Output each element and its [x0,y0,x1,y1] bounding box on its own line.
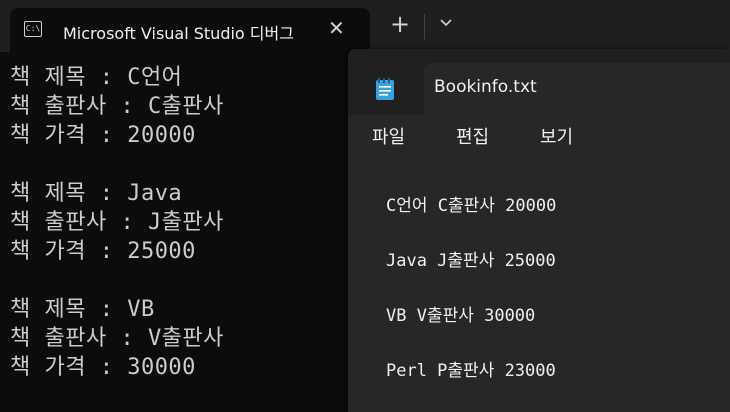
notepad-line: C언어 C출판사 20000 [386,196,557,216]
tab-divider [424,14,425,40]
terminal-tab[interactable]: C:\ Microsoft Visual Studio 디버그 ✕ [10,8,370,52]
console-line: 책 제목 : C언어 [10,65,183,90]
menu-view[interactable]: 보기 [540,123,573,149]
console-line: 책 출판사 : J출판사 [10,210,224,235]
notepad-icon [376,78,394,100]
notepad-line: VB V출판사 30000 [386,306,536,326]
console-output: 책 제목 : C언어책 출판사 : C출판사책 가격 : 20000 책 제목 :… [10,63,224,382]
notepad-filename: Bookinfo.txt [434,77,537,97]
chevron-down-icon[interactable] [438,14,454,30]
console-line: 책 가격 : 20000 [10,123,196,148]
notepad-line: Java J출판사 25000 [386,251,556,271]
menu-edit[interactable]: 편집 [456,123,489,149]
console-line: 책 가격 : 30000 [10,355,196,380]
menu-file[interactable]: 파일 [372,123,405,149]
close-icon[interactable]: ✕ [328,16,345,40]
notepad-line: Perl P출판사 23000 [386,361,556,381]
notepad-menubar: 파일 편집 보기 [348,115,730,155]
console-line: 책 제목 : Java [10,181,183,206]
terminal-tab-bar: C:\ Microsoft Visual Studio 디버그 ✕ + [0,0,730,52]
terminal-tab-title: Microsoft Visual Studio 디버그 [63,24,294,43]
notepad-window: Bookinfo.txt 파일 편집 보기 C언어 C출판사 20000 Jav… [348,49,730,412]
new-tab-button[interactable]: + [390,12,410,36]
console-line: 책 출판사 : C출판사 [10,94,224,119]
notepad-text-area[interactable]: C언어 C출판사 20000 Java J출판사 25000 VB V출판사 3… [348,155,730,412]
console-line: 책 출판사 : V출판사 [10,326,224,351]
console-icon: C:\ [24,21,42,37]
notepad-titlebar: Bookinfo.txt [348,49,730,115]
console-line: 책 제목 : VB [10,297,155,322]
console-line: 책 가격 : 25000 [10,239,196,264]
